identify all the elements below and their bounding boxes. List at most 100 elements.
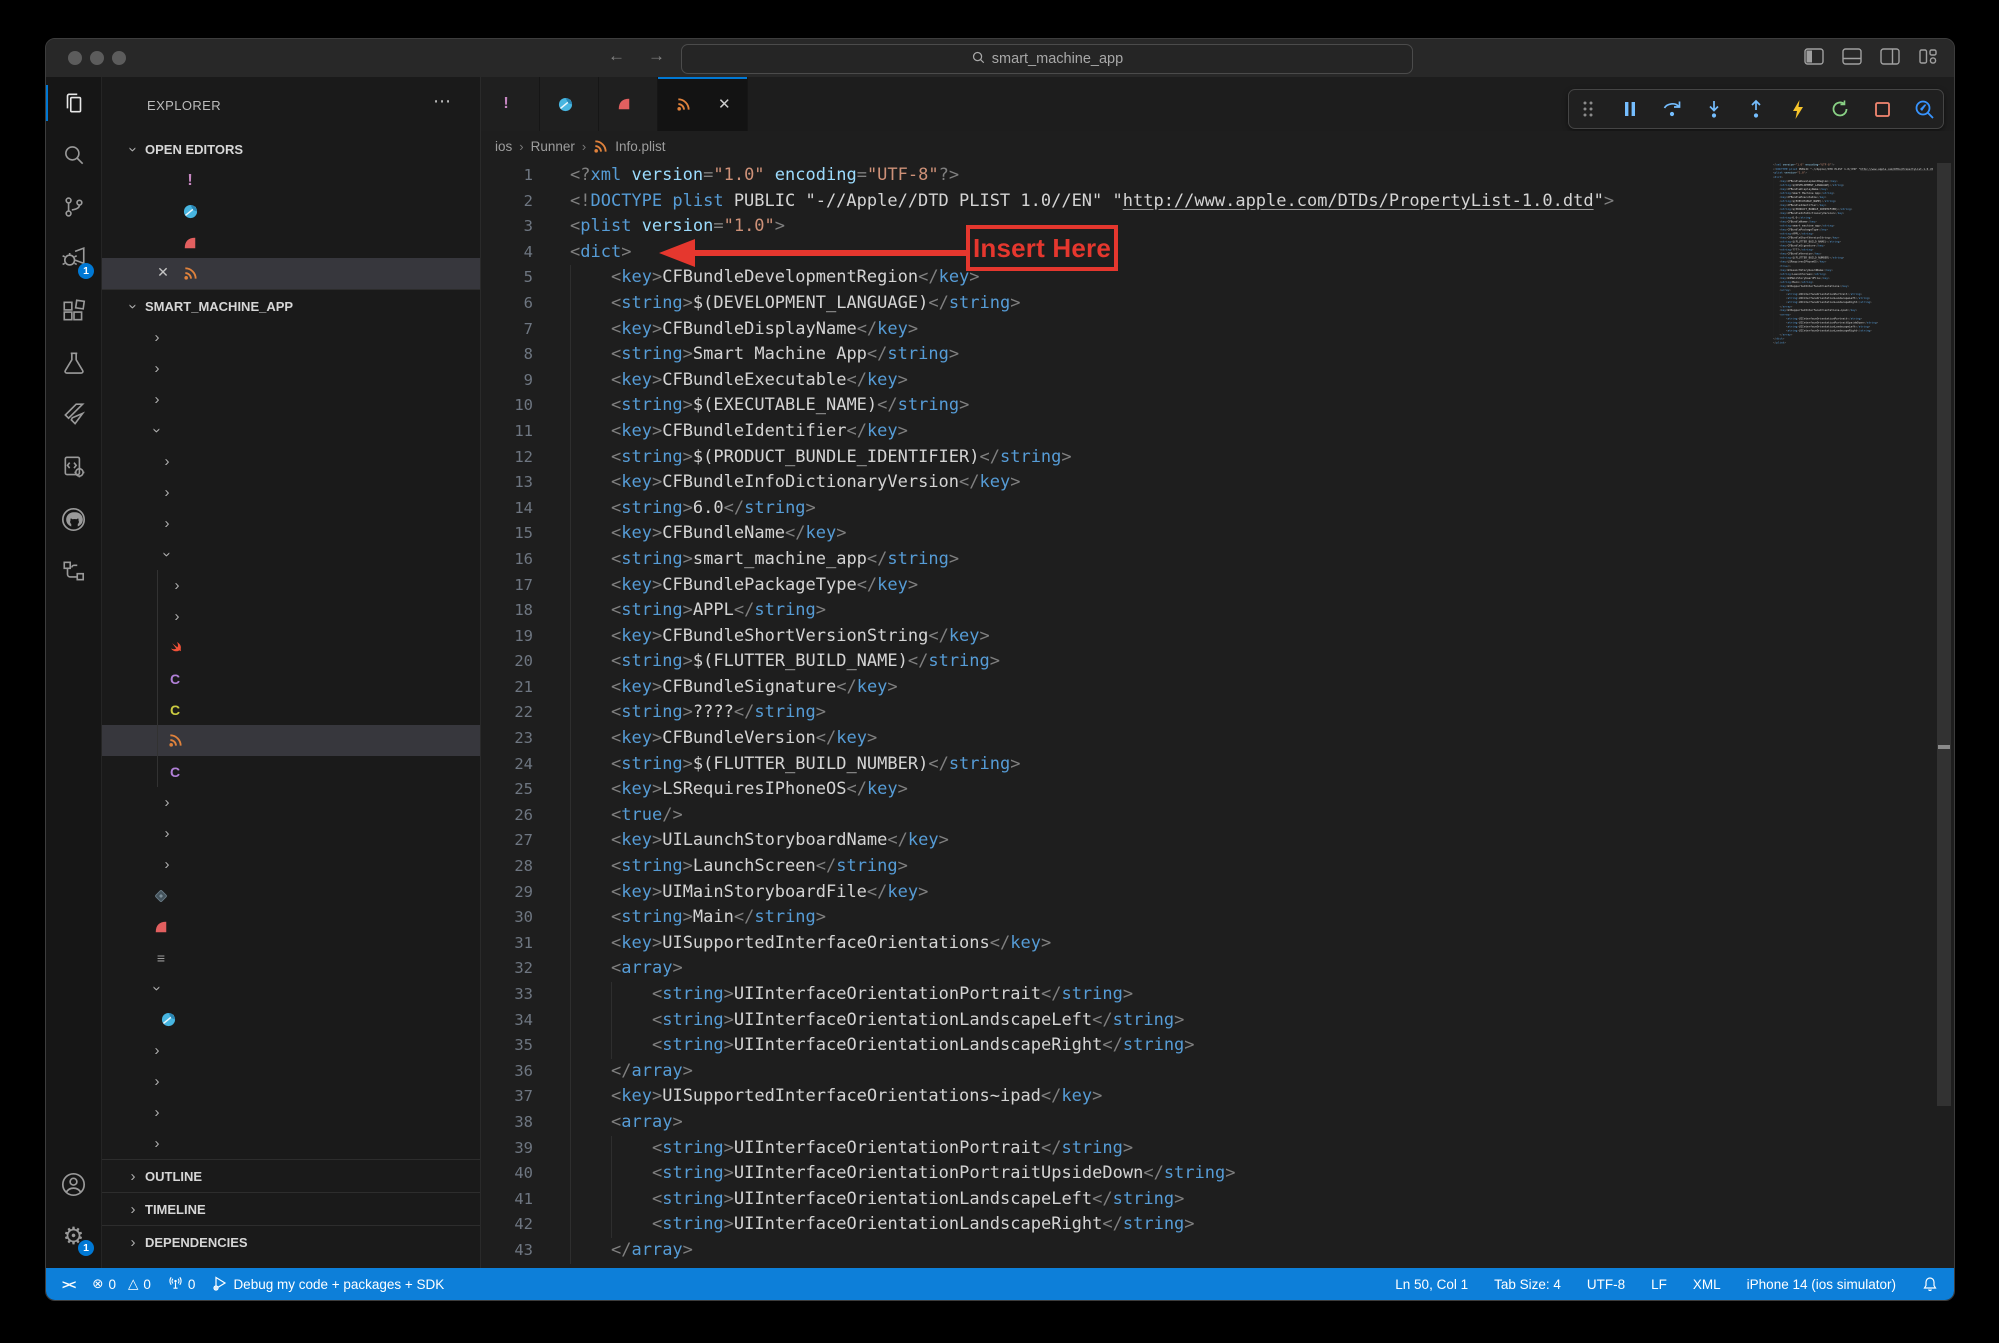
problems-indicator[interactable]: ⊗ 0 △ 0 <box>92 1276 151 1292</box>
settings-gear-icon[interactable]: ⚙ 1 <box>46 1210 101 1262</box>
line-number: 5 <box>481 265 533 291</box>
tab-pubspec-yaml[interactable]: ! <box>481 77 540 131</box>
minimap[interactable]: <?xml version="1.0" encoding="UTF-8"?><!… <box>1773 163 1933 423</box>
podfile-icon <box>615 95 633 113</box>
timeline-section-header[interactable]: › TIMELINE <box>102 1192 480 1225</box>
open-editor-pubspec-yaml[interactable]: ! <box>102 165 480 196</box>
step-into-icon[interactable] <box>1703 97 1725 121</box>
tree-item-runner-xcodeproj[interactable]: › <box>102 787 480 818</box>
plist-icon <box>674 95 692 113</box>
account-icon[interactable] <box>46 1158 101 1210</box>
source-control-icon[interactable] <box>46 181 101 233</box>
ports-indicator[interactable]: 0 <box>168 1275 196 1293</box>
eol-sequence[interactable]: LF <box>1651 1277 1667 1292</box>
breadcrumb-item[interactable]: Info.plist <box>615 139 665 154</box>
command-center-search[interactable]: smart_machine_app <box>681 44 1413 74</box>
search-sidebar-icon[interactable] <box>46 129 101 181</box>
open-editor-info-plist[interactable]: ✕ <box>102 258 480 289</box>
tree-item-flutter[interactable]: › <box>102 477 480 508</box>
open-editor-main-dart[interactable] <box>102 196 480 227</box>
scrollbar-track[interactable] <box>1934 161 1954 1268</box>
tree-item-linux[interactable]: › <box>102 1035 480 1066</box>
references-hierarchy-icon[interactable] <box>46 545 101 597</box>
tree-item-lib[interactable]: › <box>102 973 480 1004</box>
tree-item-android[interactable]: › <box>102 353 480 384</box>
back-icon[interactable]: ← <box>608 46 625 66</box>
flutter-sidebar-icon[interactable] <box>46 389 101 441</box>
tree-item-generatedpluginregistrant-m[interactable]: C <box>102 694 480 725</box>
indentation[interactable]: Tab Size: 4 <box>1494 1277 1561 1292</box>
tree-item-build[interactable]: › <box>102 384 480 415</box>
pause-icon[interactable] <box>1619 97 1641 121</box>
close-tab-icon[interactable]: ✕ <box>718 95 731 113</box>
tree-item-pods[interactable]: › <box>102 508 480 539</box>
tree-item-assets-xcassets[interactable]: › <box>102 570 480 601</box>
run-and-debug-icon[interactable]: 1 <box>46 233 101 285</box>
tree-item-base-lproj[interactable]: › <box>102 601 480 632</box>
stop-icon[interactable] <box>1871 97 1893 121</box>
warning-icon: △ <box>128 1276 138 1292</box>
code-line: 24<string>$(FLUTTER_BUILD_NUMBER)</strin… <box>481 752 1614 778</box>
widget-inspector-icon[interactable] <box>1913 97 1935 121</box>
step-out-icon[interactable] <box>1745 97 1767 121</box>
zoom-window-button[interactable] <box>112 51 126 65</box>
tree-item-appdelegate-swift[interactable] <box>102 632 480 663</box>
project-runner-icon[interactable] <box>46 441 101 493</box>
forward-icon[interactable]: → <box>648 46 665 66</box>
restart-icon[interactable] <box>1829 97 1851 121</box>
cursor-position[interactable]: Ln 50, Col 1 <box>1395 1277 1468 1292</box>
customize-layout-icon[interactable] <box>1918 48 1938 65</box>
tree-item-ios[interactable]: › <box>102 415 480 446</box>
debug-launch-config[interactable]: Debug my code + packages + SDK <box>212 1275 444 1294</box>
minimize-window-button[interactable] <box>90 51 104 65</box>
tree-item--idea[interactable]: › <box>102 322 480 353</box>
tree-item--gitignore[interactable] <box>102 880 480 911</box>
toggle-secondary-sidebar-icon[interactable] <box>1880 48 1900 65</box>
close-editor-icon[interactable]: ✕ <box>154 264 172 281</box>
tree-item-test[interactable]: › <box>102 1097 480 1128</box>
tree-item--symlinks[interactable]: › <box>102 446 480 477</box>
toggle-panel-icon[interactable] <box>1842 48 1862 65</box>
tree-item-runnertests[interactable]: › <box>102 849 480 880</box>
step-over-icon[interactable] <box>1661 97 1683 121</box>
remote-indicator-icon[interactable]: >< <box>62 1277 75 1292</box>
tree-item-runner-bridging-header-h[interactable]: C <box>102 756 480 787</box>
device-selector[interactable]: iPhone 14 (ios simulator) <box>1747 1277 1896 1292</box>
tree-item-macos[interactable]: › <box>102 1066 480 1097</box>
language-mode[interactable]: XML <box>1693 1277 1721 1292</box>
explorer-icon[interactable] <box>46 77 101 129</box>
code-line: 26<true/> <box>481 803 1614 829</box>
extensions-icon[interactable] <box>46 285 101 337</box>
hot-reload-icon[interactable] <box>1787 97 1809 121</box>
breadcrumb-item[interactable]: Runner <box>531 139 575 154</box>
tab-podfile[interactable] <box>599 77 658 131</box>
tab-info-plist[interactable]: ✕ <box>658 77 748 131</box>
tree-item-main-dart[interactable] <box>102 1004 480 1035</box>
toggle-primary-sidebar-icon[interactable] <box>1804 48 1824 65</box>
github-icon[interactable] <box>46 493 101 545</box>
close-window-button[interactable] <box>68 51 82 65</box>
chevron-right-icon: › <box>149 1042 165 1059</box>
encoding[interactable]: UTF-8 <box>1587 1277 1625 1292</box>
tree-item-web[interactable]: › <box>102 1128 480 1159</box>
code-area[interactable]: 1<?xml version="1.0" encoding="UTF-8"?>2… <box>481 161 1954 1268</box>
more-actions-icon[interactable]: ⋯ <box>433 91 452 112</box>
notifications-bell-icon[interactable] <box>1922 1276 1938 1292</box>
tree-item-podfile-lock[interactable]: ≡ <box>102 942 480 973</box>
outline-section-header[interactable]: › OUTLINE <box>102 1159 480 1192</box>
project-section-header[interactable]: › SMART_MACHINE_APP <box>102 289 480 322</box>
tree-item-info-plist[interactable] <box>102 725 480 756</box>
breadcrumb-item[interactable]: ios <box>495 139 512 154</box>
tree-item-runner[interactable]: › <box>102 539 480 570</box>
tab-main-dart[interactable] <box>540 77 599 131</box>
dependencies-section-header[interactable]: › DEPENDENCIES <box>102 1225 480 1258</box>
tree-item-runner-xcworkspace[interactable]: › <box>102 818 480 849</box>
tree-item-generatedpluginregistrant-h[interactable]: C <box>102 663 480 694</box>
drag-grip-icon[interactable] <box>1577 97 1599 121</box>
explorer-sidebar: EXPLORER ⋯ › OPEN EDITORS !✕ › SMART_MAC… <box>102 77 481 1268</box>
tree-item-podfile[interactable] <box>102 911 480 942</box>
open-editor-podfile[interactable] <box>102 227 480 258</box>
scrollbar-slider[interactable] <box>1937 163 1951 1106</box>
open-editors-header[interactable]: › OPEN EDITORS <box>102 133 480 165</box>
testing-icon[interactable] <box>46 337 101 389</box>
